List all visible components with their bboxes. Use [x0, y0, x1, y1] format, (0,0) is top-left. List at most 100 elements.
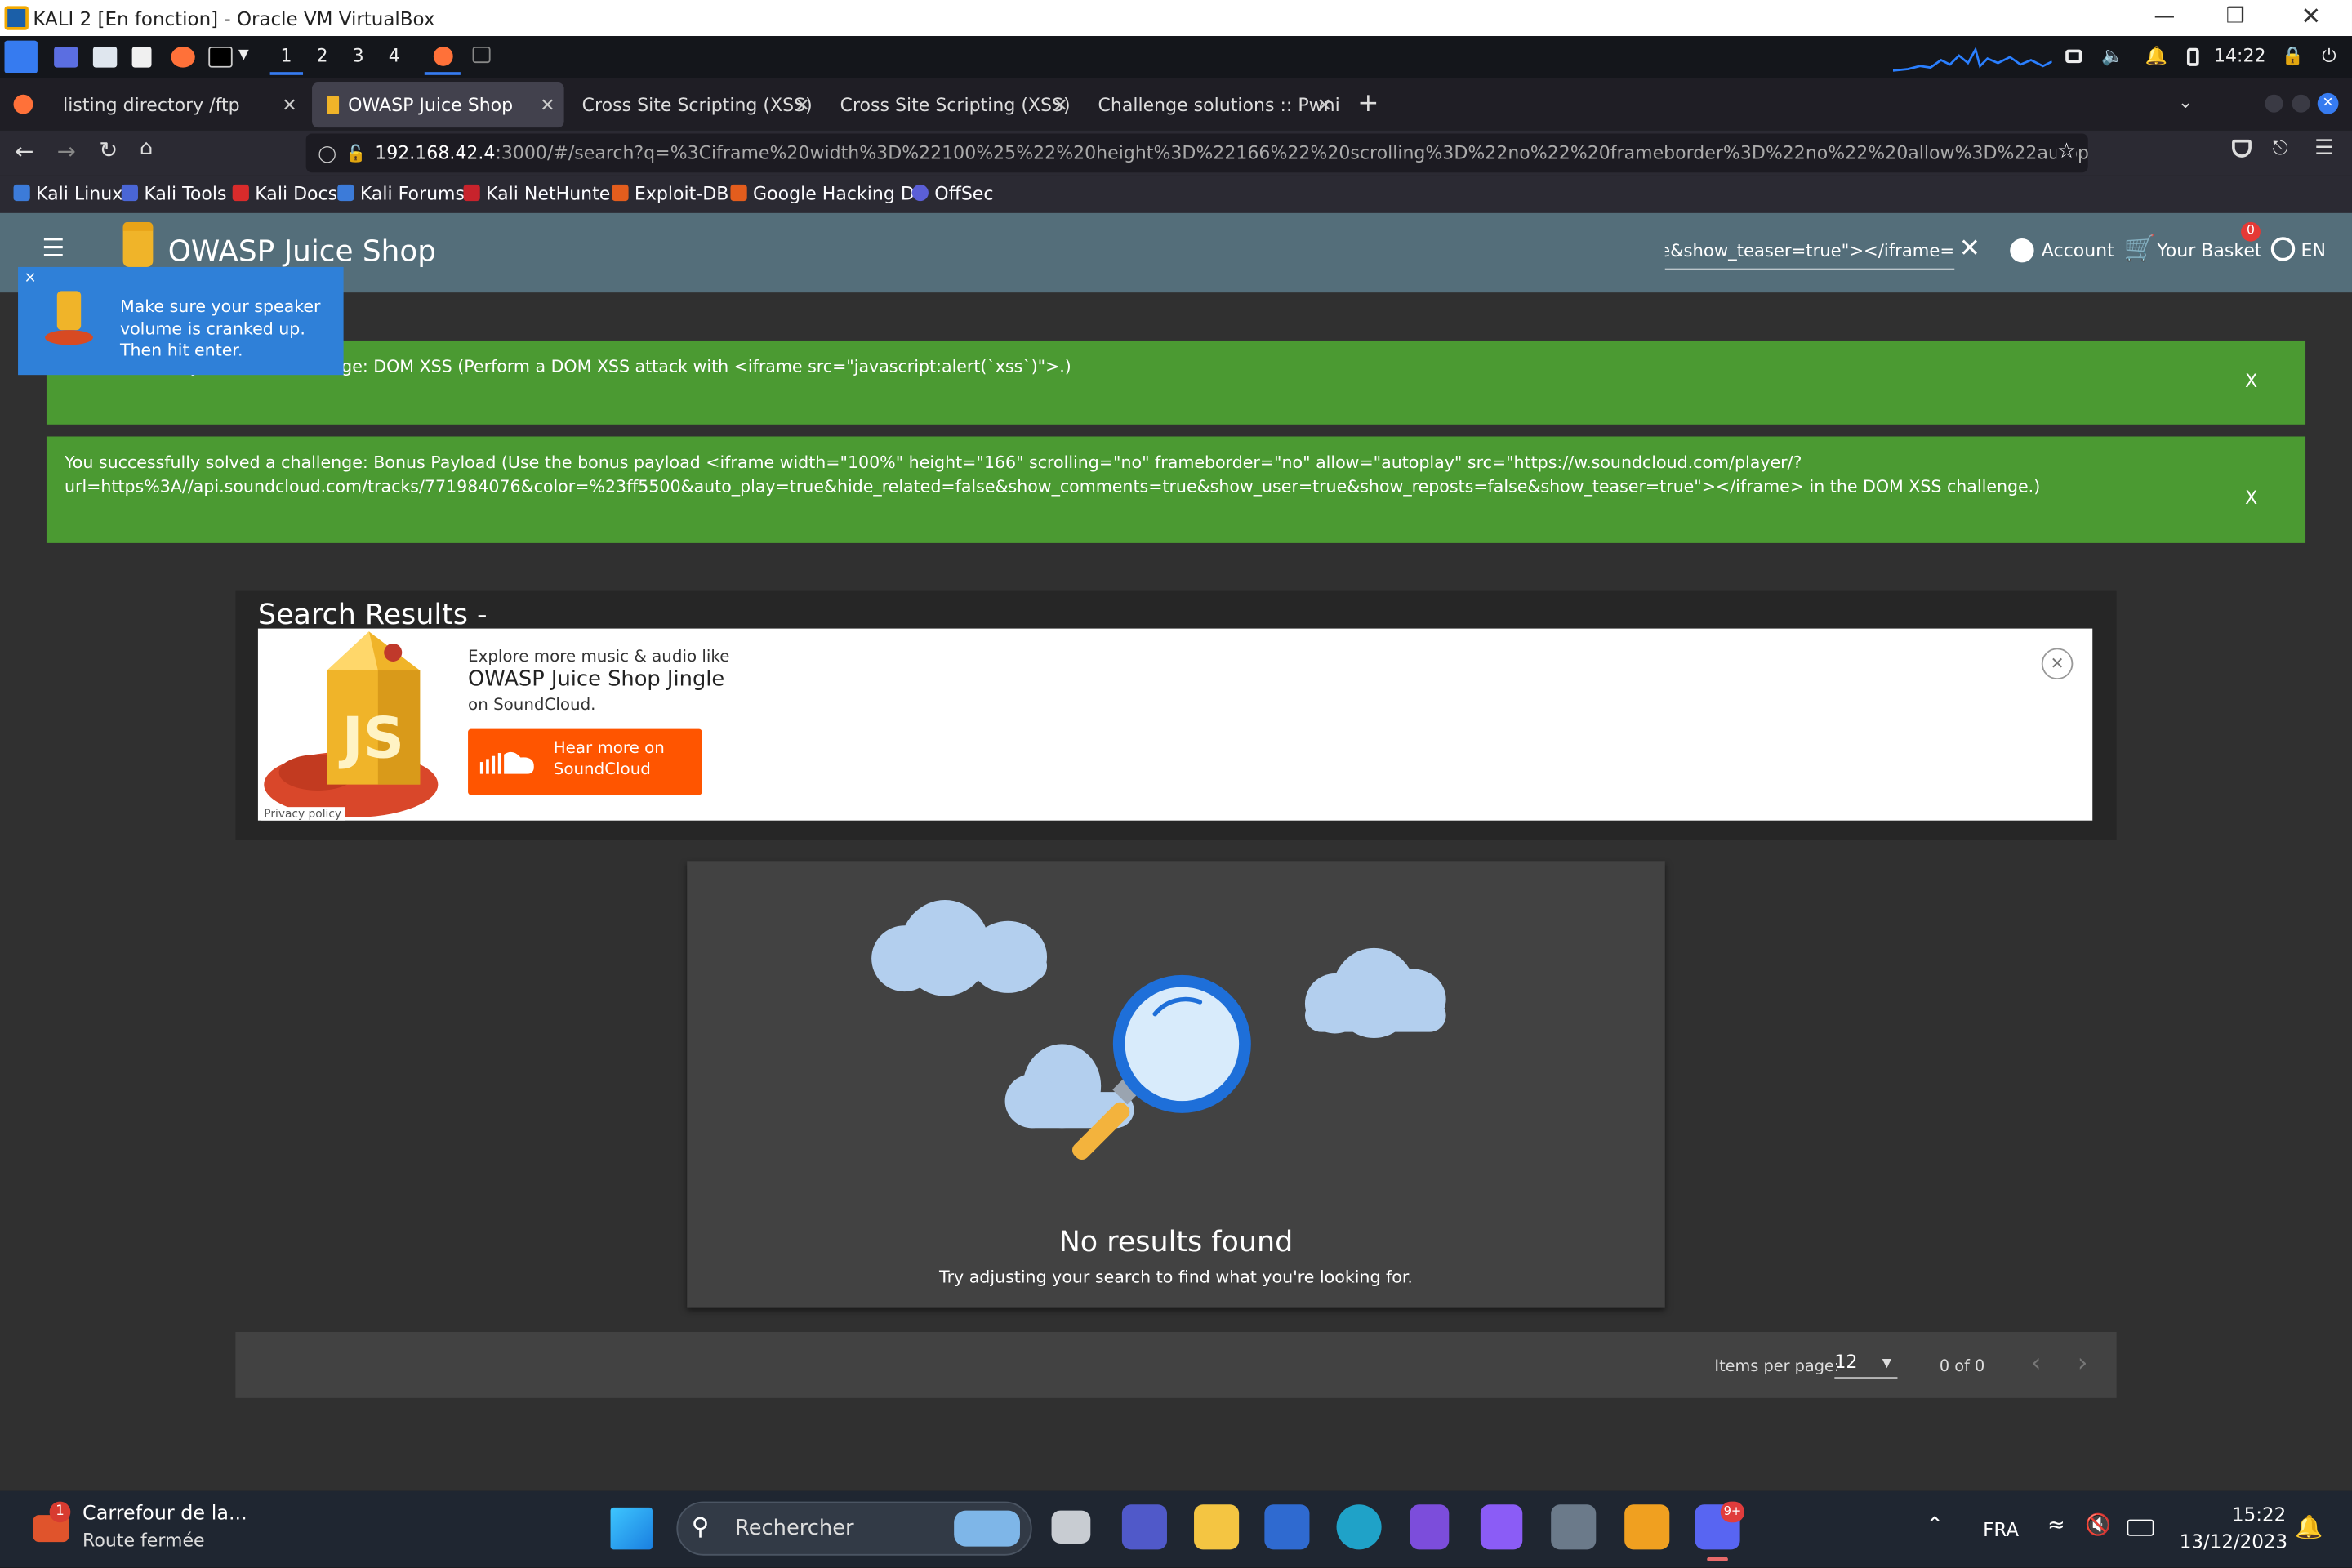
edge-icon[interactable] — [1336, 1504, 1382, 1550]
juice-shop-artwork[interactable]: JS — [258, 629, 453, 821]
windows-start-icon[interactable] — [610, 1507, 653, 1550]
items-per-page-select[interactable]: 12 ▼ — [1834, 1352, 1898, 1379]
mute-icon[interactable]: 🔇 — [2085, 1513, 2111, 1537]
hear-more-button[interactable]: Hear more on SoundCloud — [468, 728, 702, 795]
workspace-4[interactable]: 4 — [389, 45, 400, 66]
kali-menu-icon[interactable] — [4, 40, 38, 74]
tab-challenge-solutions[interactable]: Challenge solutions :: Pwning ✕ — [1083, 82, 1341, 127]
clock-time[interactable]: 15:22 — [2232, 1503, 2286, 1526]
hamburger-menu-icon[interactable]: ☰ — [42, 234, 65, 265]
close-banner-button[interactable]: X — [2245, 488, 2257, 510]
bookmark-exploit-db[interactable]: Exploit-DB — [612, 183, 728, 204]
firefox-view-icon[interactable] — [13, 94, 33, 114]
chevron-down-icon[interactable]: ▼ — [238, 48, 249, 63]
new-tab-icon[interactable]: + — [1357, 88, 1379, 118]
chevron-up-icon[interactable]: ⌃ — [1926, 1513, 1944, 1537]
close-icon[interactable]: ✕ — [795, 95, 809, 116]
firefox-window-icon[interactable] — [433, 46, 453, 66]
terminal-icon[interactable] — [208, 46, 233, 68]
wifi-icon[interactable]: ≈ — [2047, 1513, 2065, 1537]
battery-charging-icon[interactable] — [2127, 1519, 2154, 1536]
task-view-icon[interactable] — [1051, 1510, 1091, 1544]
virtualbox-taskbar-icon[interactable] — [1551, 1504, 1597, 1550]
bookmark-kali-linux[interactable]: Kali Linux — [13, 183, 122, 204]
close-icon[interactable]: ✕ — [1053, 95, 1067, 116]
extensions-icon[interactable]: ⎋ — [2273, 138, 2288, 161]
bookmark-offsec[interactable]: OffSec — [911, 183, 993, 204]
back-icon[interactable]: ← — [15, 138, 33, 165]
bookmark-google-hacking-db[interactable]: Google Hacking DB — [730, 183, 927, 204]
tab-juice-shop[interactable]: OWASP Juice Shop ✕ — [312, 82, 564, 128]
text-editor-icon[interactable] — [131, 46, 152, 68]
close-banner-button[interactable]: X — [2245, 371, 2257, 394]
soundcloud-track-title[interactable]: OWASP Juice Shop Jingle — [468, 667, 724, 691]
home-icon[interactable]: ⌂ — [140, 136, 153, 160]
close-icon[interactable]: ✕ — [540, 95, 555, 116]
minimize-icon[interactable]: — — [2154, 5, 2176, 29]
teams-icon[interactable] — [1121, 1504, 1167, 1550]
file-manager-icon[interactable] — [92, 46, 118, 68]
weather-title[interactable]: Carrefour de la... — [82, 1503, 247, 1526]
menu-icon[interactable]: ☰ — [2314, 136, 2333, 160]
privacy-policy-link[interactable]: Privacy policy — [261, 807, 345, 821]
volume-icon[interactable]: 🔈 — [2101, 45, 2123, 66]
tab-xss-2[interactable]: Cross Site Scripting (XSS) :: P✕ — [825, 82, 1077, 127]
reload-icon[interactable]: ↻ — [99, 136, 118, 163]
previous-page-icon[interactable]: ‹ — [2031, 1348, 2042, 1379]
workspace-2[interactable]: 2 — [317, 45, 328, 66]
next-page-icon[interactable]: › — [2078, 1348, 2088, 1379]
clock-date[interactable]: 13/12/2023 — [2180, 1530, 2287, 1552]
taskbar-search[interactable]: ⚲ Rechercher — [676, 1501, 1032, 1556]
close-tip-icon[interactable]: × — [24, 269, 36, 291]
bookmark-kali-docs[interactable]: Kali Docs — [232, 183, 337, 204]
maximize-dot-icon[interactable] — [2292, 94, 2310, 113]
cart-icon[interactable]: 🛒 — [2124, 234, 2156, 265]
power-icon[interactable]: ⏻ — [2322, 45, 2336, 68]
bookmark-star-icon[interactable]: ☆ — [2056, 139, 2077, 164]
input-language[interactable]: FRA — [1983, 1518, 2019, 1541]
terminal-window-icon[interactable] — [472, 46, 491, 64]
search-input[interactable]: =false&show_teaser=true"></iframe> — [1664, 240, 1955, 270]
close-embed-icon[interactable]: ✕ — [2041, 648, 2074, 680]
file-explorer-icon[interactable] — [1194, 1504, 1240, 1550]
vpn-icon[interactable] — [1480, 1504, 1523, 1550]
account-icon[interactable] — [2010, 238, 2034, 263]
bookmark-kali-nethunter[interactable]: Kali NetHunter — [463, 183, 617, 204]
display-icon[interactable] — [2065, 49, 2082, 64]
shield-icon[interactable]: ◯ — [318, 143, 336, 163]
close-dot-icon[interactable]: ✕ — [2317, 92, 2339, 114]
forward-icon[interactable]: → — [57, 138, 76, 165]
battery-icon[interactable] — [2186, 47, 2199, 66]
close-icon[interactable]: ✕ — [1317, 95, 1332, 116]
app-title[interactable]: OWASP Juice Shop — [168, 234, 436, 269]
tab-ftp[interactable]: listing directory /ftp ✕ — [48, 82, 306, 127]
chevron-down-icon[interactable]: ⌄ — [2178, 91, 2193, 113]
minimize-dot-icon[interactable] — [2265, 94, 2283, 113]
bookmark-kali-forums[interactable]: Kali Forums — [337, 183, 465, 204]
lock-icon[interactable]: 🔒 — [2282, 45, 2304, 66]
tab-xss-1[interactable]: Cross Site Scripting (XSS) :: P✕ — [567, 82, 819, 127]
weather-subtitle[interactable]: Route fermée — [82, 1530, 205, 1551]
globe-icon[interactable] — [2270, 237, 2296, 261]
clear-search-icon[interactable]: ✕ — [1959, 234, 1980, 265]
restore-icon[interactable]: ❐ — [2226, 5, 2245, 29]
close-icon[interactable]: ✕ — [2301, 2, 2322, 30]
desktop-icon[interactable] — [54, 46, 78, 68]
bell-icon[interactable]: 🔔 — [2145, 45, 2167, 66]
basket-button[interactable]: Your Basket — [2157, 240, 2261, 261]
language-button[interactable]: EN — [2301, 240, 2326, 261]
account-button[interactable]: Account — [2042, 240, 2114, 261]
powershell-icon[interactable] — [1264, 1504, 1310, 1550]
workspace-3[interactable]: 3 — [353, 45, 364, 66]
kali-vm-icon[interactable] — [1624, 1504, 1670, 1550]
close-icon[interactable]: ✕ — [282, 95, 296, 116]
firefox-icon[interactable] — [171, 46, 195, 68]
workspace-1[interactable]: 1 — [280, 45, 292, 66]
obsidian-icon[interactable] — [1410, 1504, 1450, 1550]
bookmark-kali-tools[interactable]: Kali Tools — [121, 183, 226, 204]
url-bar[interactable]: ◯ 🔓 192.168.42.4:3000/#/search?q=%3Cifra… — [305, 133, 2088, 173]
juice-shop-logo[interactable] — [122, 221, 154, 267]
insecure-lock-icon[interactable]: 🔓 — [345, 143, 366, 163]
pocket-icon[interactable] — [2232, 139, 2252, 158]
notification-bell-icon[interactable]: 🔔 — [2295, 1513, 2323, 1540]
